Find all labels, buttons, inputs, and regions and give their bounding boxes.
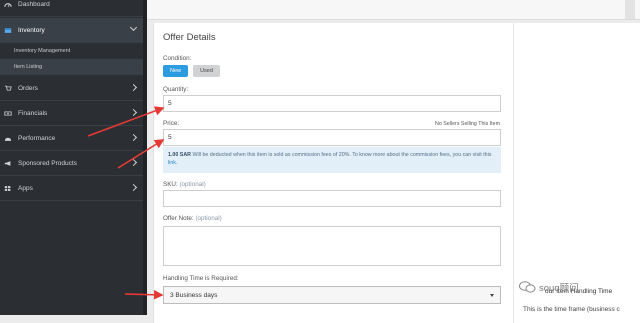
arrow-to-handling-time — [124, 289, 164, 300]
annotation-arrows — [87, 106, 165, 300]
arrow-to-price — [117, 139, 165, 169]
arrow-to-quantity — [87, 106, 165, 137]
